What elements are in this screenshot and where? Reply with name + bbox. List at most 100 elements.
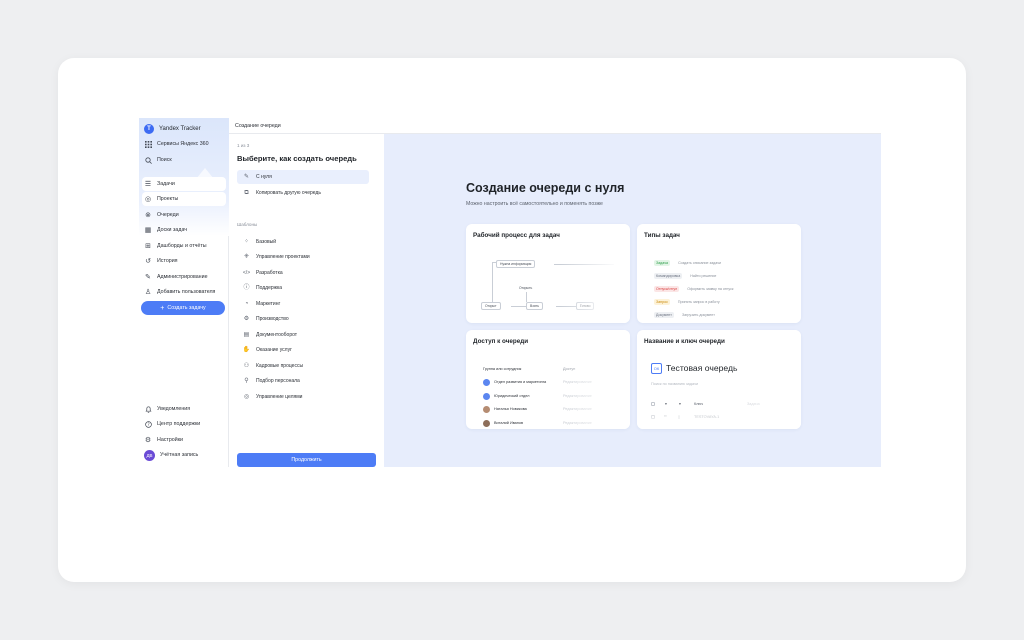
sidebar: T Yandex Tracker Сервисы Яндекс 360 Поис… [139, 118, 229, 467]
sidebar-item-dashboards[interactable]: ⊞ Дашборды и отчёты [142, 239, 226, 253]
sort-icon: ▾ [665, 402, 667, 406]
sidebar-item-account[interactable]: ДВ Учётная запись [142, 448, 226, 462]
column-header-group: Группа или сотрудник [483, 367, 522, 371]
task-type-row: Документ Загрузить документ [654, 311, 715, 318]
gear-icon: ⚙ [144, 436, 152, 444]
code-icon: </> [242, 269, 251, 276]
sidebar-item-settings[interactable]: ⚙ Настройки [142, 433, 226, 447]
option-label: Подбор персонала [256, 378, 300, 384]
option-label: Производство [256, 316, 289, 322]
sidebar-item-boards[interactable]: ▦ Доски задач [142, 223, 226, 237]
continue-button[interactable]: Продолжить [237, 453, 376, 467]
sidebar-item-search[interactable]: Поиск [142, 153, 226, 167]
sidebar-item-notifications[interactable]: Уведомления [142, 402, 226, 416]
card-title: Доступ к очереди [473, 338, 529, 345]
board-icon: ▦ [144, 226, 152, 234]
create-task-label: Создать задачу [167, 305, 206, 311]
creation-options-panel: 1 из 3 Выберите, как создать очередь ✎ С… [229, 134, 384, 467]
task-type-tag: Отпуск/отгул [654, 285, 680, 292]
preview-area: Создание очереди с нуля Можно настроить … [384, 134, 881, 467]
dashboard-icon: ⊞ [145, 242, 151, 250]
sidebar-item-add-user[interactable]: ♙ Добавить пользователя [142, 285, 226, 299]
task-type-description: Загрузить документ [681, 312, 715, 317]
grid-icon [144, 140, 152, 148]
sidebar-item-label: Настройки [157, 437, 183, 443]
option-label: Базовый [256, 239, 277, 245]
card-title: Типы задач [644, 232, 680, 239]
sidebar-item-label: Проекты [157, 196, 179, 202]
sidebar-item-label: Добавить пользователя [157, 289, 216, 295]
task-types-card[interactable]: Типы задач Задача Создать описание задач… [637, 224, 801, 323]
projects-icon: ◎ [144, 195, 152, 203]
task-type-row: Командировка Найти решение [654, 272, 716, 279]
grid-icon: ⁘ [243, 239, 250, 245]
sidebar-item-services[interactable]: Сервисы Яндекс 360 [142, 137, 226, 151]
queue-search-placeholder: Поиск по названию задачи [651, 382, 699, 386]
sidebar-item-tasks[interactable]: ☰ Задачи [142, 177, 226, 191]
sidebar-item-label: Задачи [157, 181, 175, 187]
option-label: С нуля [256, 174, 272, 180]
option-label: Оказание услуг [256, 347, 292, 353]
workflow-node: Открыть [516, 284, 536, 292]
avatar [483, 419, 490, 427]
sidebar-item-label: Уведомления [157, 406, 191, 412]
app-logo-link[interactable]: T Yandex Tracker [142, 122, 226, 136]
sidebar-item-queues[interactable]: ⊗ Очереди [142, 208, 226, 222]
template-services[interactable]: ✋ Оказание услуг [237, 343, 369, 357]
template-hr[interactable]: ⚇ Кадровые процессы [237, 359, 369, 373]
option-from-scratch[interactable]: ✎ С нуля [237, 170, 369, 184]
queue-name-card[interactable]: Название и ключ очереди ОК Тестовая очер… [637, 330, 801, 429]
target-icon: ◎ [243, 394, 250, 400]
sort-icon: ▾ [679, 402, 681, 406]
sidebar-item-history[interactable]: ↺ История [142, 254, 226, 268]
sidebar-item-support[interactable]: ? Центр поддержки [142, 417, 226, 431]
access-name: Юридический отдел [494, 394, 530, 398]
option-label: Кадровые процессы [256, 363, 304, 369]
template-recruiting[interactable]: ⚲ Подбор персонала [237, 374, 369, 388]
task-type-row: Запрос Принять запрос в работу [654, 298, 720, 305]
template-marketing[interactable]: ◔ Маркетинг [237, 297, 369, 311]
template-basic[interactable]: ⁘ Базовый [237, 235, 369, 249]
task-type-row: Отпуск/отгул Оформить заявку на отпуск [654, 285, 733, 292]
avatar [483, 405, 490, 413]
options-heading: Выберите, как создать очередь [237, 154, 357, 163]
avatar: ДВ [144, 449, 155, 461]
template-goals[interactable]: ◎ Управление целями [237, 390, 369, 404]
queues-icon: ⊗ [145, 211, 151, 219]
checkbox [651, 402, 655, 406]
tracker-logo-icon: T [144, 124, 154, 134]
option-label: Разработка [256, 270, 283, 276]
task-type-description: Принять запрос в работу [677, 299, 720, 304]
template-production[interactable]: ⚙ Производство [237, 312, 369, 326]
template-development[interactable]: </> Разработка [237, 266, 369, 280]
preview-title: Создание очереди с нуля [466, 181, 625, 195]
template-support[interactable]: ⓘ Поддержка [237, 281, 369, 295]
step-indicator: 1 из 3 [237, 143, 250, 148]
sidebar-item-projects[interactable]: ◎ Проекты [142, 192, 226, 206]
queue-access-card[interactable]: Доступ к очереди Группа или сотрудник До… [466, 330, 630, 429]
sidebar-item-label: Дашборды и отчёты [157, 243, 207, 249]
bell-icon [144, 405, 152, 413]
task-type-tag: Запрос [654, 298, 670, 305]
preview-subtitle: Можно настроить всё самостоятельно и пом… [466, 201, 603, 207]
option-label: Копировать другую очередь [256, 190, 321, 196]
option-copy-queue[interactable]: ⧉ Копировать другую очередь [237, 186, 369, 200]
template-project-management[interactable]: ⁜ Управление проектами [237, 250, 369, 264]
option-label: Управление целями [256, 394, 303, 400]
svg-text:?: ? [147, 422, 149, 427]
group-avatar [483, 392, 490, 400]
tracker-app-window: T Yandex Tracker Сервисы Яндекс 360 Поис… [139, 118, 881, 467]
plus-icon: + [160, 304, 165, 312]
workflow-card[interactable]: Рабочий процесс для задач Нужна информац… [466, 224, 630, 323]
page-title: Создание очереди [235, 123, 281, 129]
option-label: Маркетинг [256, 301, 281, 307]
access-row: Наталья Новикова [483, 405, 527, 413]
queue-key-icon: ОК [651, 363, 662, 374]
task-type-tag: Командировка [654, 272, 683, 279]
create-task-button[interactable]: + Создать задачу [141, 301, 225, 315]
templates-section-label: Шаблоны [237, 222, 258, 227]
document-icon: ▤ [243, 332, 250, 338]
sidebar-item-admin[interactable]: ✎ Администрирование [142, 270, 226, 284]
queue-name: Тестовая очередь [666, 363, 738, 373]
template-documents[interactable]: ▤ Документооборот [237, 328, 369, 342]
